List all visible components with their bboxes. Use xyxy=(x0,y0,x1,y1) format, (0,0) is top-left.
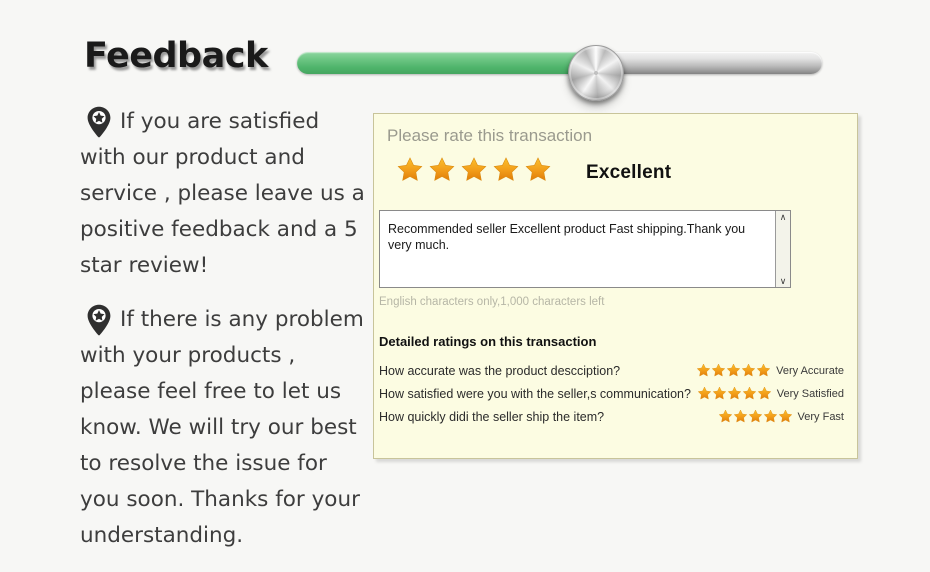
star-icon xyxy=(711,363,726,377)
star-icon[interactable] xyxy=(492,156,520,189)
slider-fill xyxy=(297,52,596,74)
comment-text-value[interactable]: Recommended seller Excellent product Fas… xyxy=(388,221,768,253)
page-header: Feedback xyxy=(0,0,930,108)
page-title: Feedback xyxy=(84,36,268,76)
detail-rating-row: How quickly didi the seller ship the ite… xyxy=(379,405,854,428)
star-icon xyxy=(742,386,756,400)
star-icon xyxy=(712,386,726,400)
detail-rating-row: How satisfied were you with the seller,s… xyxy=(379,382,854,405)
detail-question: How accurate was the product descciption… xyxy=(379,363,621,378)
star-icon xyxy=(778,409,792,423)
star-icon xyxy=(696,363,711,377)
detail-question: How quickly didi the seller ship the ite… xyxy=(379,409,605,424)
star-icon[interactable] xyxy=(524,156,552,189)
star-icon xyxy=(757,386,771,400)
progress-slider[interactable] xyxy=(297,45,822,101)
star-icon[interactable] xyxy=(428,156,456,189)
detail-rating-value: Very Satisfied xyxy=(697,386,854,401)
note-item: If you are satisfied with our product an… xyxy=(80,104,370,284)
mini-star-rating[interactable] xyxy=(696,363,771,378)
transaction-star-rating[interactable]: Excellent xyxy=(396,156,671,189)
detail-rating-row: How accurate was the product descciption… xyxy=(379,359,854,382)
star-icon[interactable] xyxy=(460,156,488,189)
rating-word-label: Excellent xyxy=(586,161,672,183)
star-icon xyxy=(756,363,771,377)
mini-star-rating[interactable] xyxy=(697,386,772,401)
note-text: If you are satisfied with our product an… xyxy=(80,109,365,278)
detail-rating-label: Very Fast xyxy=(797,410,844,423)
detail-ratings-list: How accurate was the product descciption… xyxy=(379,359,854,428)
detail-rating-value: Very Accurate xyxy=(696,363,854,378)
detail-question: How satisfied were you with the seller,s… xyxy=(379,386,691,401)
notes-column: If you are satisfied with our product an… xyxy=(80,104,370,572)
detail-rating-label: Very Accurate xyxy=(776,364,844,377)
star-icon xyxy=(741,363,756,377)
rating-panel: Please rate this transaction Excellent R… xyxy=(373,113,858,459)
star-icon xyxy=(726,363,741,377)
mini-star-rating[interactable] xyxy=(718,409,793,424)
detail-rating-value: Very Fast xyxy=(718,409,854,424)
note-text: If there is any problem with your produc… xyxy=(80,307,364,548)
detail-ratings-heading: Detailed ratings on this transaction xyxy=(379,334,597,349)
star-icon xyxy=(697,386,711,400)
star-icon[interactable] xyxy=(396,156,424,189)
character-hint: English characters only,1,000 characters… xyxy=(379,296,605,308)
map-pin-star-icon xyxy=(87,106,111,138)
star-icon xyxy=(718,409,732,423)
star-icon xyxy=(763,409,777,423)
star-icon xyxy=(748,409,762,423)
comment-textarea[interactable]: Recommended seller Excellent product Fas… xyxy=(379,210,791,288)
slider-knob[interactable] xyxy=(568,45,624,101)
star-icon xyxy=(733,409,747,423)
panel-heading: Please rate this transaction xyxy=(387,126,593,145)
detail-rating-label: Very Satisfied xyxy=(776,387,844,400)
scroll-down-icon[interactable]: ∨ xyxy=(780,275,787,287)
star-icon xyxy=(727,386,741,400)
note-item: If there is any problem with your produc… xyxy=(80,302,370,554)
map-pin-star-icon xyxy=(87,304,111,336)
comment-scrollbar[interactable]: ∧ ∨ xyxy=(775,211,790,287)
scroll-up-icon[interactable]: ∧ xyxy=(780,211,787,223)
